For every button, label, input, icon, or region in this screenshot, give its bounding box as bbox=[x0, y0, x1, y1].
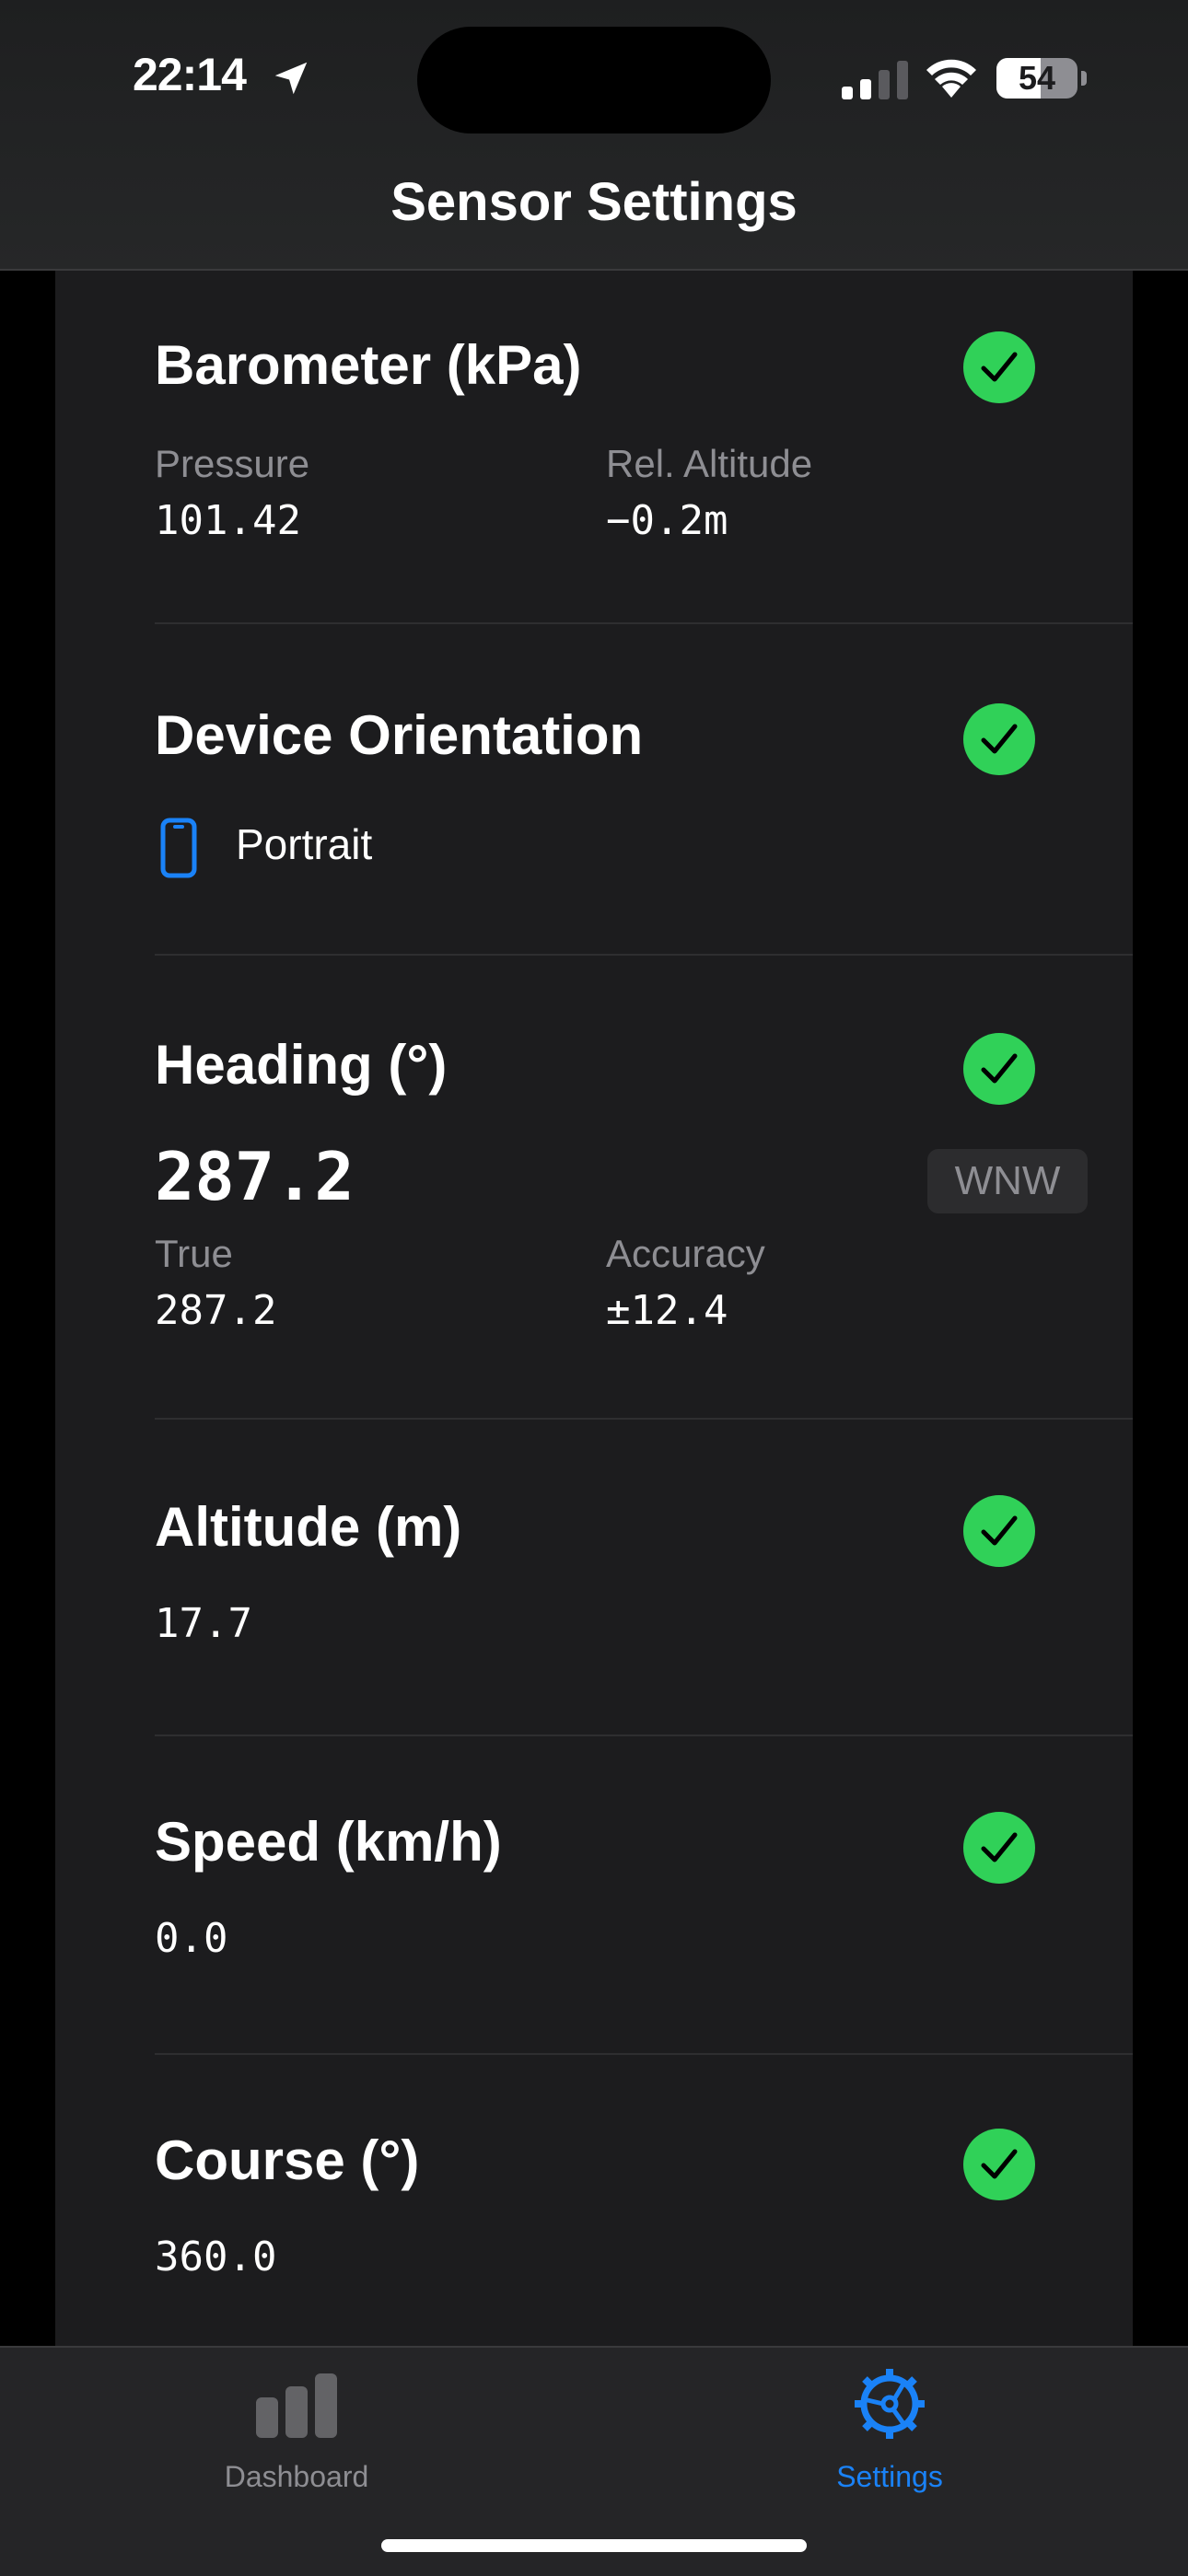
accuracy-label: Accuracy bbox=[606, 1232, 765, 1275]
speed-title: Speed (km/h) bbox=[155, 1811, 502, 1873]
altitude-title: Altitude (m) bbox=[155, 1496, 462, 1558]
checkmark-circle-icon bbox=[963, 1033, 1035, 1105]
true-heading-label: True bbox=[155, 1232, 233, 1275]
tab-dashboard[interactable]: Dashboard bbox=[149, 2348, 444, 2532]
heading-section: Heading (°) 287.2 WNW True 287.2 Accurac… bbox=[155, 956, 1133, 1418]
speed-section: Speed (km/h) 0.0 bbox=[155, 1736, 1133, 2053]
battery-icon: 54 bbox=[996, 58, 1077, 99]
orientation-section: Device Orientation Portrait bbox=[155, 624, 1133, 948]
sensor-list[interactable]: Barometer (kPa) Pressure 101.42 Rel. Alt… bbox=[55, 269, 1133, 2346]
orientation-value: Portrait bbox=[236, 820, 373, 868]
tab-settings[interactable]: Settings bbox=[742, 2348, 1037, 2532]
rel-altitude-label: Rel. Altitude bbox=[606, 442, 813, 485]
battery-percent: 54 bbox=[1018, 59, 1056, 97]
altitude-value: 17.7 bbox=[155, 1600, 252, 1647]
tab-settings-label: Settings bbox=[836, 2460, 943, 2493]
checkmark-circle-icon bbox=[963, 2129, 1035, 2200]
bar-chart-icon bbox=[256, 2373, 337, 2438]
checkmark-circle-icon bbox=[963, 703, 1035, 775]
course-title: Course (°) bbox=[155, 2129, 420, 2191]
accuracy-value: ±12.4 bbox=[606, 1287, 728, 1334]
rel-altitude-value: −0.2m bbox=[606, 497, 728, 544]
heading-title: Heading (°) bbox=[155, 1034, 448, 1096]
location-arrow-icon bbox=[274, 62, 308, 95]
speed-value: 0.0 bbox=[155, 1915, 228, 1962]
battery-tip bbox=[1081, 71, 1087, 86]
checkmark-circle-icon bbox=[963, 1812, 1035, 1884]
iphone-portrait-icon bbox=[160, 818, 197, 878]
home-indicator[interactable] bbox=[381, 2539, 807, 2552]
checkmark-circle-icon bbox=[963, 331, 1035, 403]
heading-value: 287.2 bbox=[155, 1138, 355, 1215]
barometer-section: Barometer (kPa) Pressure 101.42 Rel. Alt… bbox=[155, 269, 1133, 622]
checkmark-circle-icon bbox=[963, 1495, 1035, 1567]
barometer-title: Barometer (kPa) bbox=[155, 334, 582, 396]
status-time: 22:14 bbox=[133, 49, 247, 100]
wifi-icon bbox=[926, 59, 976, 98]
altitude-section: Altitude (m) 17.7 bbox=[155, 1420, 1133, 1735]
course-value: 360.0 bbox=[155, 2234, 277, 2280]
header: 22:14 54 Sensor Settings bbox=[0, 0, 1188, 271]
course-section: Course (°) 360.0 bbox=[155, 2055, 1133, 2346]
pressure-label: Pressure bbox=[155, 442, 310, 485]
pressure-value: 101.42 bbox=[155, 497, 301, 544]
compass-direction-badge: WNW bbox=[927, 1149, 1088, 1213]
cellular-signal-icon bbox=[842, 61, 908, 99]
gear-icon bbox=[855, 2369, 925, 2439]
true-heading-value: 287.2 bbox=[155, 1287, 277, 1334]
page-title: Sensor Settings bbox=[390, 172, 798, 232]
dynamic-island bbox=[417, 27, 771, 133]
tab-dashboard-label: Dashboard bbox=[224, 2460, 369, 2493]
orientation-title: Device Orientation bbox=[155, 704, 644, 766]
